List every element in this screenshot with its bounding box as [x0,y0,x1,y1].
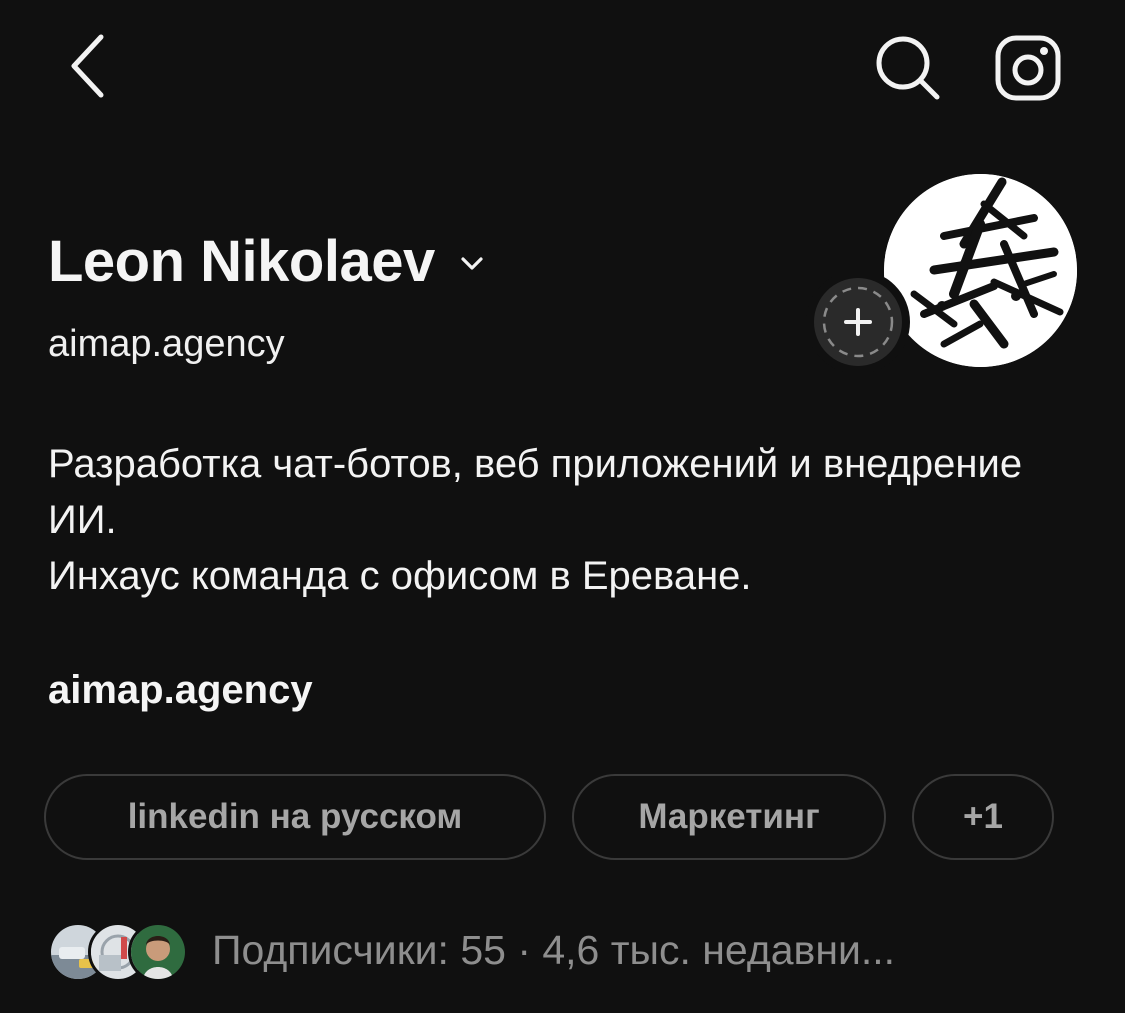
chevron-down-icon [457,249,487,279]
profile-username: aimap.agency [48,323,285,365]
follower-avatar [128,922,188,982]
profile-tags: linkedin на русском Маркетинг +1 [44,774,1054,860]
search-icon [876,36,940,100]
plus-icon [822,286,894,358]
add-story-button[interactable] [806,270,910,374]
search-button[interactable] [872,32,944,104]
bio-link[interactable]: aimap.agency [48,660,313,720]
tag-chip-linkedin[interactable]: linkedin на русском [44,774,546,860]
follower-avatars [48,920,188,982]
followers-summary[interactable]: Подписчики: 55 · 4,6 тыс. недавни... [48,920,896,982]
bio-line: Разработка чат-ботов, веб приложений и в… [48,442,1023,542]
followers-text: Подписчики: 55 · 4,6 тыс. недавни... [212,926,896,973]
profile-bio: Разработка чат-ботов, веб приложений и в… [48,436,1078,604]
tag-chip-marketing[interactable]: Маркетинг [572,774,886,860]
bio-line: Инхаус команда с офисом в Ереване. [48,554,752,598]
profile-name-switcher[interactable]: Leon Nikolaev [48,222,487,302]
instagram-button[interactable] [992,32,1064,104]
avatar[interactable] [884,174,1077,367]
tag-chip-more[interactable]: +1 [912,774,1054,860]
calligraphy-logo-image [884,174,1077,367]
chevron-left-icon [71,34,104,98]
instagram-icon [995,35,1061,101]
profile-name: Leon Nikolaev [48,229,435,294]
back-button[interactable] [58,30,118,102]
